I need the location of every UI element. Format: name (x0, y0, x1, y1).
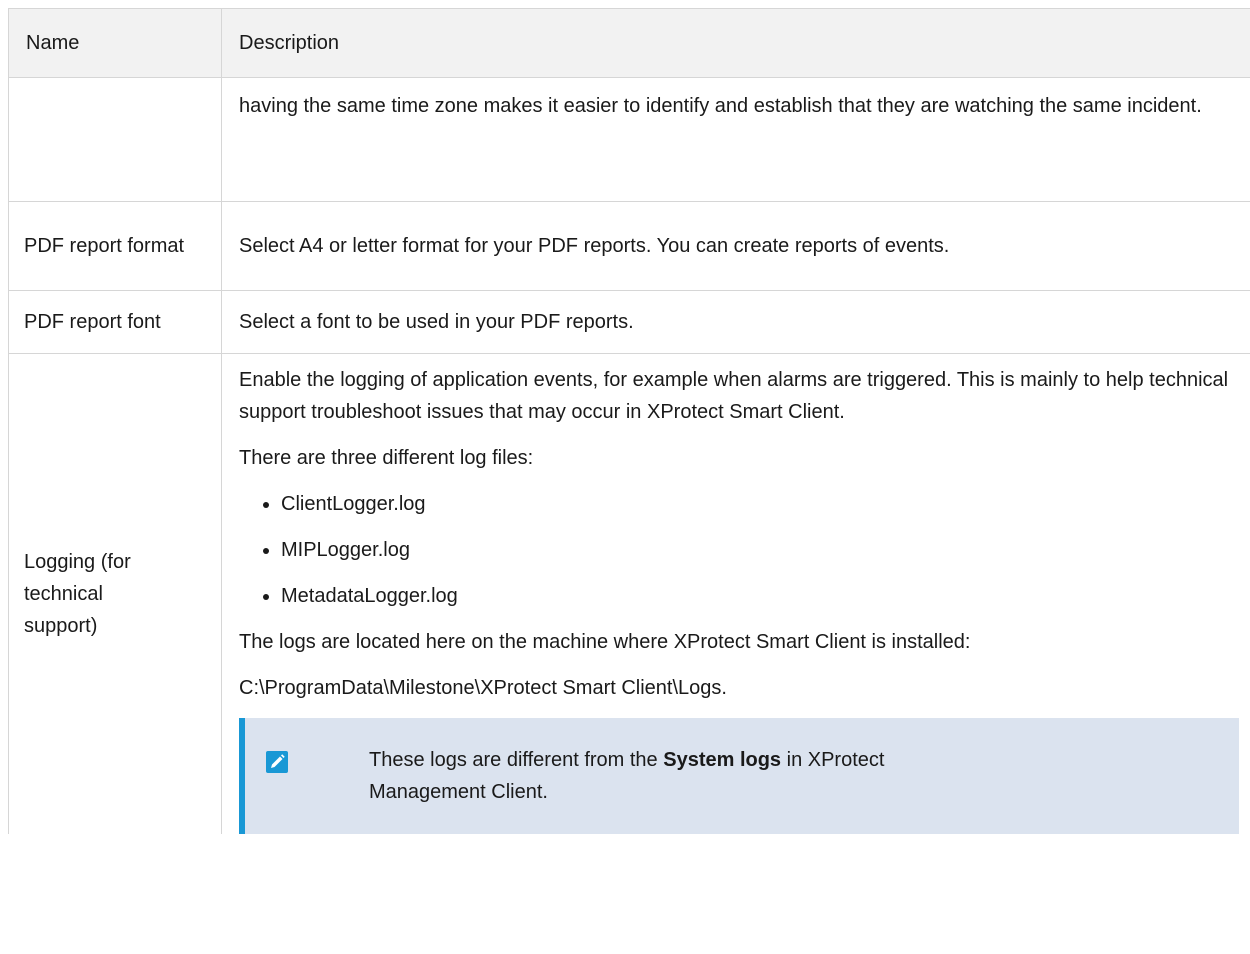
row-description: having the same time zone makes it easie… (221, 77, 1250, 202)
description-text: The logs are located here on the machine… (239, 631, 971, 653)
row-name: Logging (for technical support) (8, 353, 222, 834)
note-line2: Management Client. (369, 781, 548, 803)
note-bold: System logs (663, 749, 782, 771)
list-item: MetadataLogger.log (239, 580, 1238, 612)
log-path: C:\ProgramData\Milestone\XProtect Smart … (239, 677, 727, 699)
row-description: Select A4 or letter format for your PDF … (221, 201, 1250, 291)
row-description: Enable the logging of application events… (221, 353, 1250, 834)
note-callout: These logs are different from the System… (239, 718, 1239, 834)
table-row: PDF report format Select A4 or letter fo… (8, 201, 1250, 291)
table-row: PDF report font Select a font to be used… (8, 290, 1250, 354)
list-item: ClientLogger.log (239, 488, 1238, 520)
table-row: having the same time zone makes it easie… (8, 77, 1250, 202)
note-suffix: in XProtect (781, 749, 885, 771)
note-prefix: These logs are different from the (369, 749, 664, 771)
note-text: These logs are different from the System… (369, 744, 884, 808)
description-text: Select A4 or letter format for your PDF … (239, 235, 950, 257)
header-name: Name (8, 8, 222, 78)
header-description: Description (221, 8, 1250, 78)
log-file-list: ClientLogger.log MIPLogger.log MetadataL… (239, 488, 1238, 612)
table-header-row: Name Description (8, 8, 1250, 78)
description-text: Enable the logging of application events… (239, 369, 1229, 423)
row-name: PDF report format (8, 201, 222, 291)
list-item: MIPLogger.log (239, 534, 1238, 566)
row-name: PDF report font (8, 290, 222, 354)
description-text: There are three different log files: (239, 447, 534, 469)
pencil-icon (266, 751, 288, 773)
table-row: Logging (for technical support) Enable t… (8, 353, 1250, 834)
row-description: Select a font to be used in your PDF rep… (221, 290, 1250, 354)
description-text: Select a font to be used in your PDF rep… (239, 311, 634, 333)
row-name (8, 77, 222, 202)
settings-table: Name Description having the same time zo… (8, 8, 1250, 834)
description-text: having the same time zone makes it easie… (239, 95, 1202, 117)
